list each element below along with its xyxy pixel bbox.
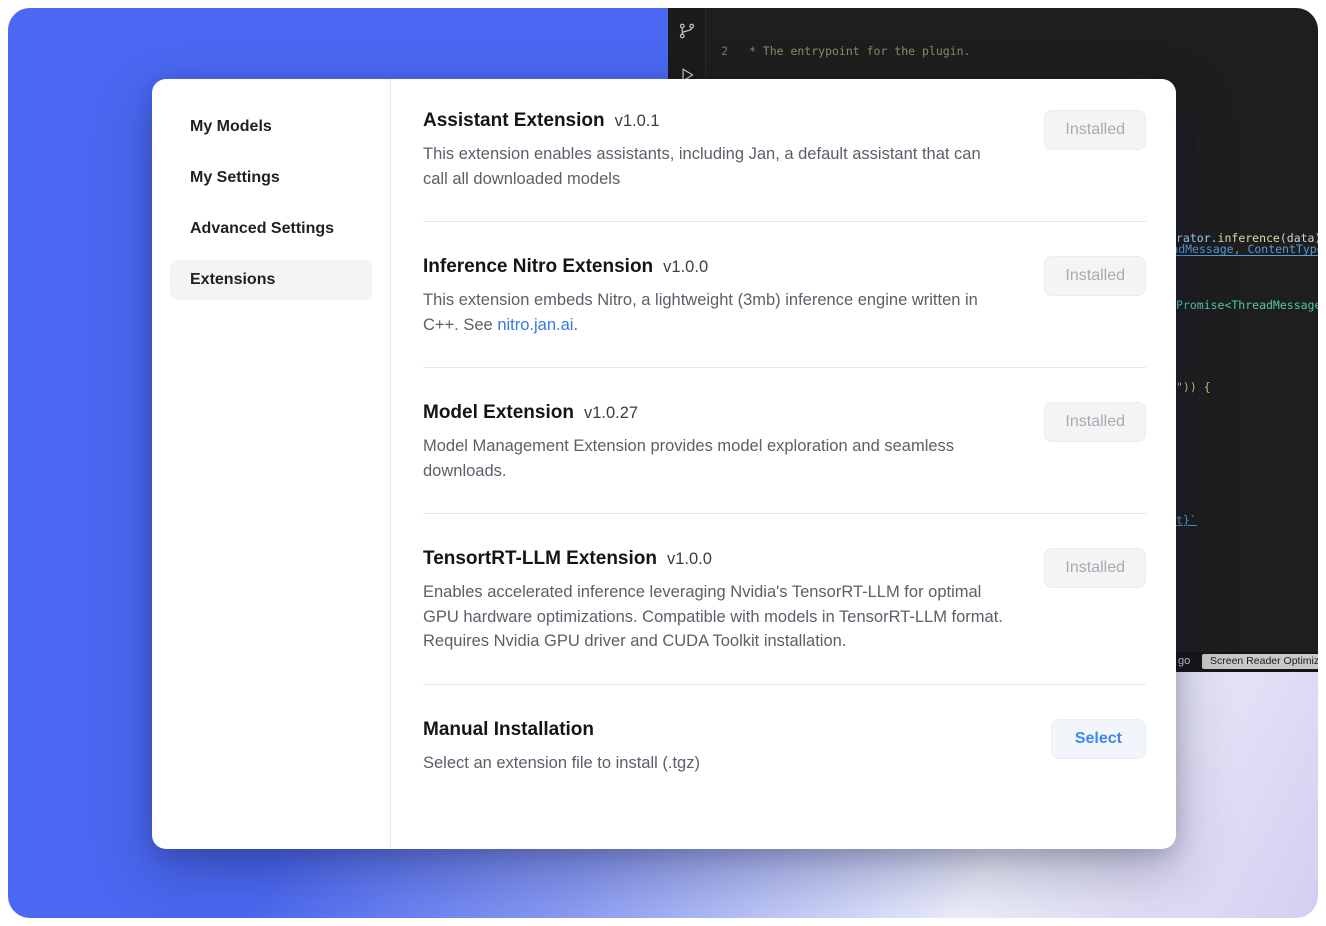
extension-row: Assistant Extension v1.0.1 This extensio… (423, 110, 1146, 191)
manual-installation-description: Select an extension file to install (.tg… (423, 751, 1008, 776)
sidebar-item-label: Advanced Settings (190, 220, 334, 238)
code-line: 2 * The entrypoint for the plugin. (706, 43, 1318, 60)
sidebar-item-extensions[interactable]: Extensions (170, 260, 372, 300)
extension-description: This extension embeds Nitro, a lightweig… (423, 288, 1008, 337)
manual-installation-title: Manual Installation (423, 719, 594, 741)
row-divider (423, 513, 1146, 514)
extension-version: v1.0.27 (584, 404, 638, 423)
row-divider (423, 367, 1146, 368)
extension-description: This extension enables assistants, inclu… (423, 142, 1008, 191)
select-file-button[interactable]: Select (1051, 719, 1146, 759)
installed-button[interactable]: Installed (1044, 110, 1146, 150)
line-number: 2 (706, 43, 742, 60)
settings-modal: My Models My Settings Advanced Settings … (152, 79, 1176, 849)
extension-row: TensortRT-LLM Extension v1.0.0 Enables a… (423, 548, 1146, 654)
installed-button[interactable]: Installed (1044, 402, 1146, 442)
extension-info: Inference Nitro Extension v1.0.0 This ex… (423, 256, 1023, 337)
extensions-panel: Assistant Extension v1.0.1 This extensio… (391, 79, 1176, 849)
description-text: . (573, 316, 578, 334)
status-text: go (1178, 655, 1190, 667)
screen-reader-badge[interactable]: Screen Reader Optimize (1202, 654, 1318, 669)
extension-title: Model Extension (423, 402, 574, 424)
sidebar-item-label: Extensions (190, 271, 275, 289)
extension-version: v1.0.0 (663, 258, 708, 277)
extension-title: TensortRT-LLM Extension (423, 548, 657, 570)
installed-button[interactable]: Installed (1044, 548, 1146, 588)
code-fragment: Promise<ThreadMessage> (1176, 297, 1318, 313)
extension-description: Model Management Extension provides mode… (423, 434, 1008, 483)
manual-installation-info: Manual Installation Select an extension … (423, 719, 1023, 776)
sidebar-item-my-models[interactable]: My Models (170, 107, 372, 147)
extension-version: v1.0.0 (667, 550, 712, 569)
installed-button[interactable]: Installed (1044, 256, 1146, 296)
sidebar-item-advanced-settings[interactable]: Advanced Settings (170, 209, 372, 249)
extension-info: TensortRT-LLM Extension v1.0.0 Enables a… (423, 548, 1023, 654)
sidebar-item-my-settings[interactable]: My Settings (170, 158, 372, 198)
extension-info: Model Extension v1.0.27 Model Management… (423, 402, 1023, 483)
source-control-icon[interactable] (678, 22, 696, 40)
extension-info: Assistant Extension v1.0.1 This extensio… (423, 110, 1023, 191)
extension-row: Model Extension v1.0.27 Model Management… (423, 402, 1146, 483)
settings-sidebar: My Models My Settings Advanced Settings … (152, 79, 391, 849)
code-fragment: rator.inference(data)); (1176, 230, 1318, 246)
row-divider (423, 221, 1146, 222)
extension-title: Inference Nitro Extension (423, 256, 653, 278)
extension-row: Inference Nitro Extension v1.0.0 This ex… (423, 256, 1146, 337)
manual-installation-row: Manual Installation Select an extension … (423, 719, 1146, 776)
app-frame: 2 * The entrypoint for the plugin. 3 */ … (8, 8, 1318, 918)
row-divider (423, 684, 1146, 685)
extension-title: Assistant Extension (423, 110, 605, 132)
extension-version: v1.0.1 (615, 112, 660, 131)
sidebar-item-label: My Settings (190, 169, 280, 187)
code-fragment: t}` (1176, 512, 1197, 528)
sidebar-item-label: My Models (190, 118, 272, 136)
code-fragment: ")) { (1176, 379, 1211, 395)
code-text: * The entrypoint for the plugin. (742, 43, 970, 60)
nitro-jan-ai-link[interactable]: nitro.jan.ai (497, 316, 573, 334)
extension-description: Enables accelerated inference leveraging… (423, 580, 1008, 654)
